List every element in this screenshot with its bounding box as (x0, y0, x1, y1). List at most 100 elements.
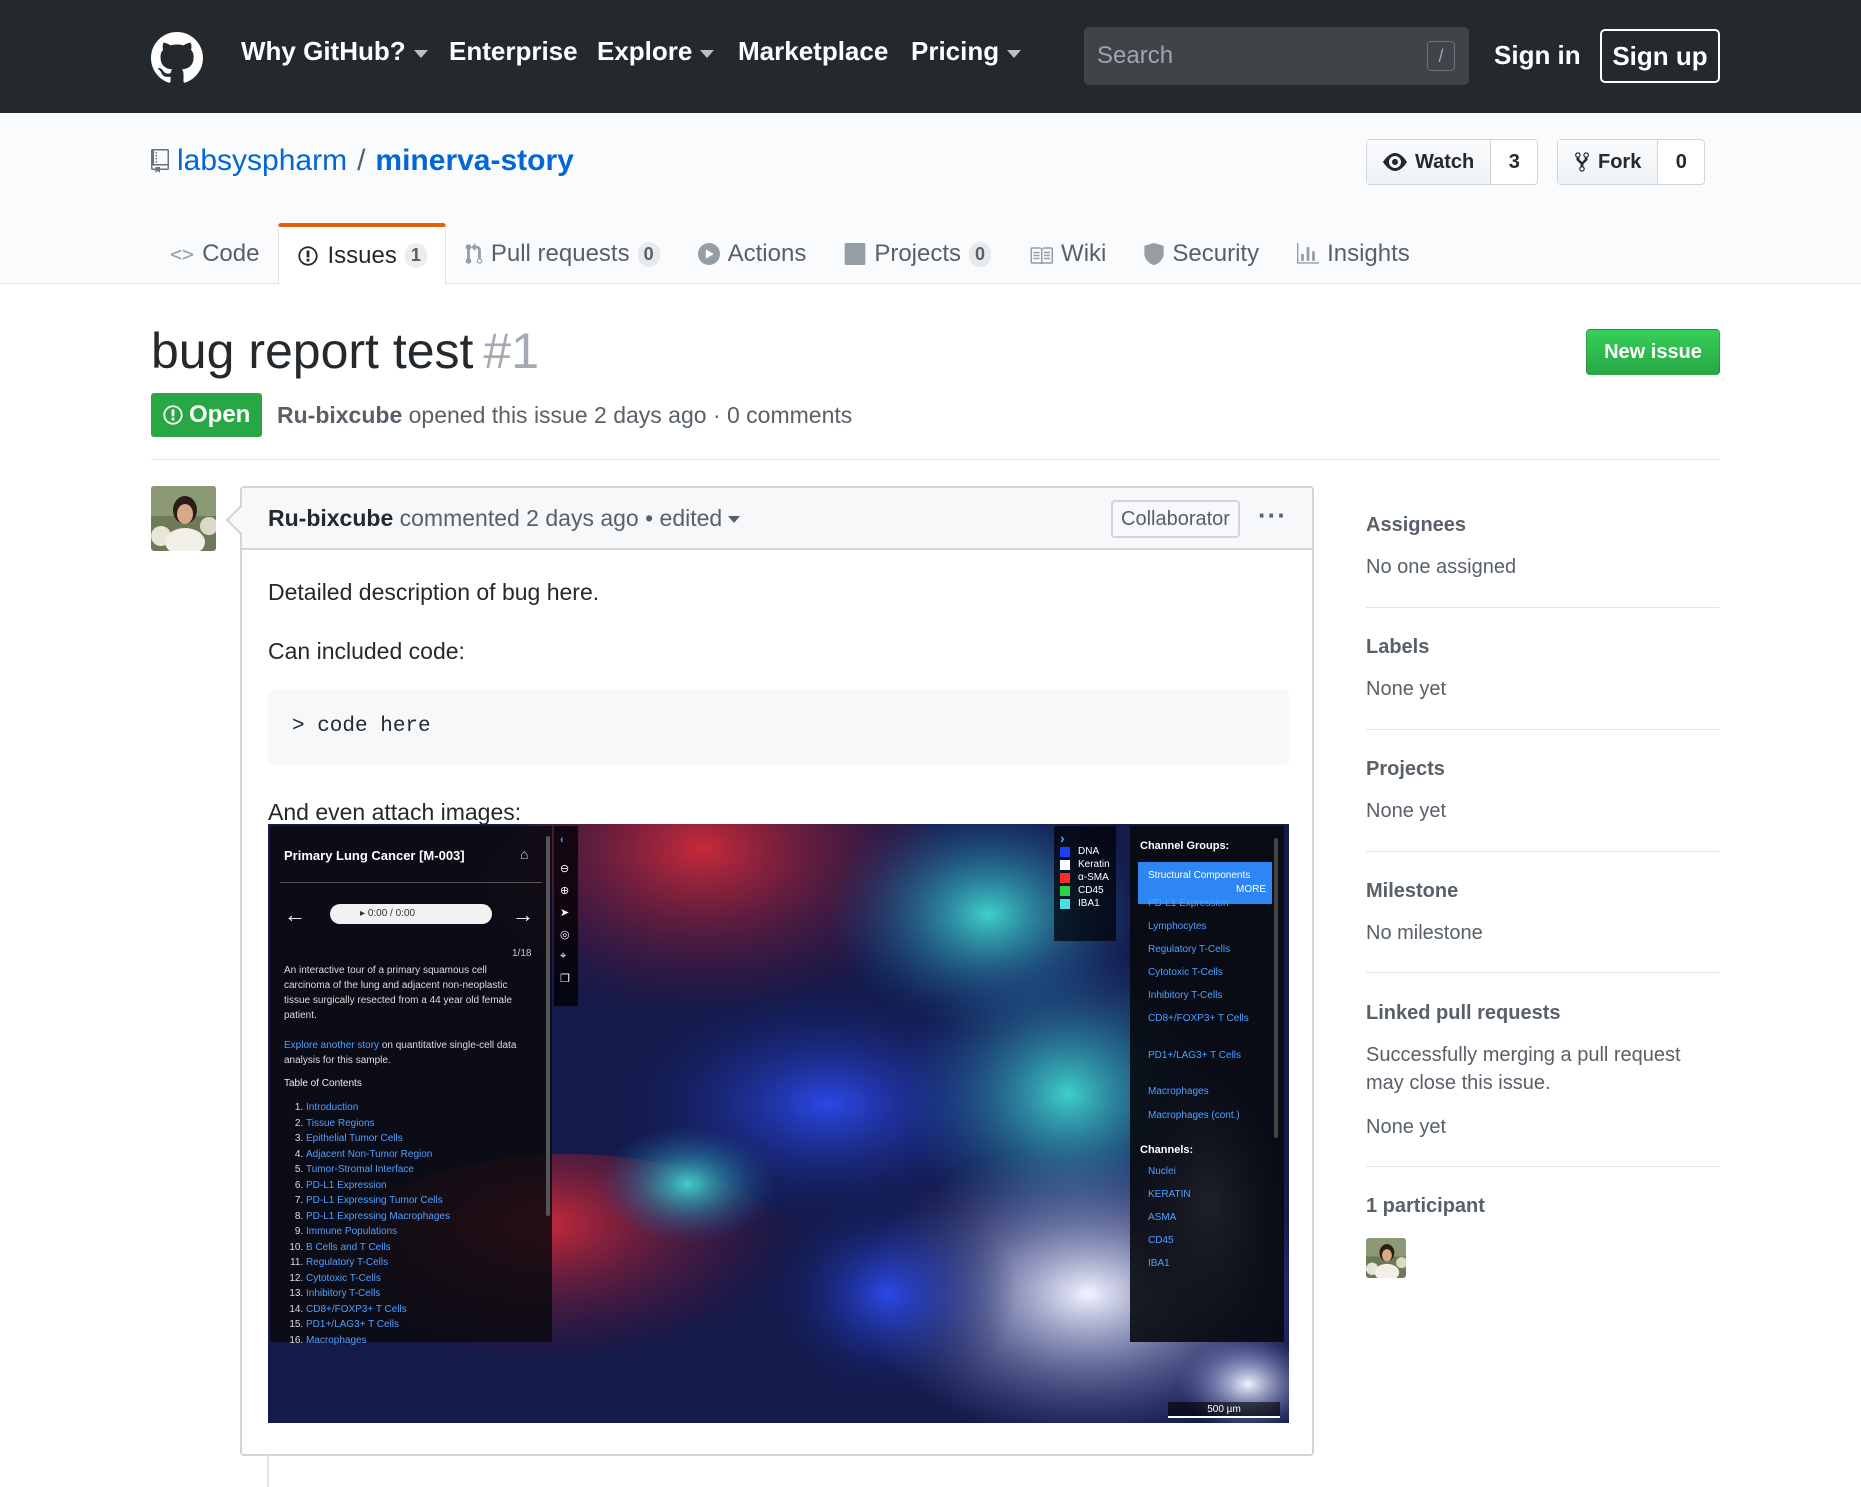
sign-in-link[interactable]: Sign in (1494, 40, 1581, 71)
repo-path-separator: / (357, 144, 366, 177)
tab-security[interactable]: Security (1125, 223, 1278, 285)
fork-button[interactable]: Fork (1558, 140, 1659, 184)
code-block: > code here (268, 690, 1289, 765)
list-item: Inhibitory T-Cells (306, 1286, 450, 1302)
avatar[interactable] (151, 486, 216, 551)
comment-paragraph: And even attach images: (268, 799, 522, 825)
participant-avatar[interactable] (1366, 1238, 1406, 1278)
chevron-down-icon (413, 49, 428, 58)
sidebar-heading: Milestone (1366, 880, 1459, 902)
fork-button-group: Fork 0 (1557, 139, 1706, 185)
nav-marketplace[interactable]: Marketplace (738, 36, 888, 67)
sidebar-participants: 1 participant (1366, 1195, 1719, 1218)
list-item: KERATIN (1148, 1189, 1191, 1200)
issue-number: #1 (483, 323, 540, 379)
header-divider (151, 459, 1720, 460)
list-item: Lymphocytes (1148, 921, 1207, 932)
sidebar-heading: Linked pull requests (1366, 1002, 1561, 1024)
issue-state-badge: Open (151, 393, 263, 437)
tab-actions[interactable]: Actions (679, 223, 826, 285)
list-item: Nuclei (1148, 1166, 1176, 1177)
tab-insights[interactable]: Insights (1278, 223, 1429, 285)
user-photo-icon (151, 486, 216, 551)
comment-header: Ru-bixcube commented 2 days ago • edited… (242, 488, 1312, 550)
nav-explore[interactable]: Explore (597, 36, 715, 67)
sidebar-milestone: Milestone No milestone (1366, 880, 1719, 947)
comment-author-link[interactable]: Ru-bixcube (268, 505, 393, 531)
legend-swatch (1060, 885, 1070, 896)
story-panel: Primary Lung Cancer [M-003] ⌂ ← ▸ 0:00 /… (270, 826, 552, 1346)
tab-pull-requests[interactable]: Pull requests 0 (446, 223, 679, 285)
kebab-menu-icon[interactable]: ··· (1258, 500, 1287, 531)
list-item: PD-L1 Expression (1148, 898, 1229, 909)
watch-button[interactable]: Watch (1367, 140, 1492, 184)
sidebar-value: None yet (1366, 678, 1447, 700)
fork-count[interactable]: 0 (1658, 140, 1704, 184)
github-logo-icon[interactable] (151, 32, 203, 84)
list-item: Inhibitory T-Cells (1148, 990, 1223, 1001)
collaborator-badge: Collaborator (1111, 500, 1240, 538)
list-item: Tissue Regions (306, 1116, 450, 1132)
legend-swatch (1060, 846, 1070, 857)
repo-forked-icon (1575, 152, 1589, 172)
sidebar-heading: 1 participant (1366, 1195, 1485, 1217)
site-header: Why GitHub? Enterprise Explore Marketpla… (0, 0, 1861, 113)
sidebar-divider (1366, 729, 1719, 730)
shield-icon (1144, 243, 1164, 265)
list-item: Regulatory T-Cells (1148, 944, 1231, 955)
divider (280, 882, 542, 883)
issue-author-link[interactable]: Ru-bixcube (277, 402, 402, 428)
sidebar-linked-pull-requests: Linked pull requests Successfully mergin… (1366, 1002, 1719, 1141)
comment-timestamp[interactable]: commented 2 days ago (400, 505, 639, 531)
list-item: CD45 (1148, 1235, 1174, 1246)
list-item: Tumor-Stromal Interface (306, 1162, 450, 1178)
arrow-left-icon: ← (284, 902, 306, 927)
pull-requests-counter: 0 (637, 241, 660, 267)
sidebar-projects: Projects None yet (1366, 758, 1719, 825)
tab-projects[interactable]: Projects 0 (825, 223, 1010, 285)
repo-name-link[interactable]: minerva-story (375, 144, 573, 178)
arrow-right-icon: → (512, 902, 534, 927)
chevron-down-icon (1007, 49, 1022, 58)
legend-swatch (1060, 898, 1070, 909)
nav-why-github[interactable]: Why GitHub? (241, 36, 428, 67)
comment-paragraph: Detailed description of bug here. (268, 579, 600, 605)
nav-pricing[interactable]: Pricing (911, 36, 1022, 67)
viewer-toolbar: ‹ ⊖ ⊕ ➤ ◎ ⌖ ❐ (554, 826, 578, 1006)
legend-item: CD45 (1060, 885, 1104, 896)
list-item: PD-L1 Expressing Tumor Cells (306, 1193, 450, 1209)
tab-wiki[interactable]: Wiki (1010, 223, 1125, 285)
comment-edited-menu[interactable]: • edited (645, 505, 741, 531)
sign-up-button[interactable]: Sign up (1600, 29, 1720, 83)
nav-enterprise[interactable]: Enterprise (449, 36, 578, 67)
list-item: PD1+/LAG3+ T Cells (306, 1317, 450, 1333)
list-item: Macrophages (1148, 1086, 1209, 1097)
tab-issues[interactable]: Issues 1 (278, 223, 446, 285)
issue-title: bug report test #1 (151, 322, 539, 380)
attached-image[interactable]: Primary Lung Cancer [M-003] ⌂ ← ▸ 0:00 /… (268, 824, 1289, 1423)
target-icon: ◎ (560, 929, 570, 941)
list-item: ASMA (1148, 1212, 1177, 1223)
repo-title: labsyspharm / minerva-story (151, 144, 574, 178)
watch-count[interactable]: 3 (1491, 140, 1537, 184)
list-item: Macrophages (cont.) (1148, 1110, 1240, 1121)
list-item: Cytotoxic T-Cells (1148, 967, 1223, 978)
scrollbar (1274, 838, 1278, 1138)
audio-player: ▸ 0:00 / 0:00 (330, 904, 492, 924)
legend-item: DNA (1060, 846, 1099, 857)
issue-opened-icon (298, 245, 319, 266)
story-title: Primary Lung Cancer [M-003] (284, 848, 465, 863)
tab-code[interactable]: <> Code (151, 223, 278, 285)
chevron-down-icon (728, 516, 741, 524)
repo-owner-link[interactable]: labsyspharm (177, 144, 347, 178)
zoom-out-icon: ⊖ (560, 863, 570, 875)
new-issue-button[interactable]: New issue (1586, 329, 1720, 375)
list-item: Cytotoxic T-Cells (306, 1271, 450, 1287)
toc-list: Introduction Tissue Regions Epithelial T… (306, 1100, 450, 1348)
issue-comment: Ru-bixcube commented 2 days ago • edited… (225, 486, 1314, 1456)
comment-author-line: Ru-bixcube commented 2 days ago • edited (268, 505, 741, 532)
search-input[interactable]: Search / (1084, 27, 1469, 85)
list-item: B Cells and T Cells (306, 1240, 450, 1256)
sidebar-divider (1366, 972, 1719, 973)
legend-item: Keratin (1060, 859, 1110, 870)
